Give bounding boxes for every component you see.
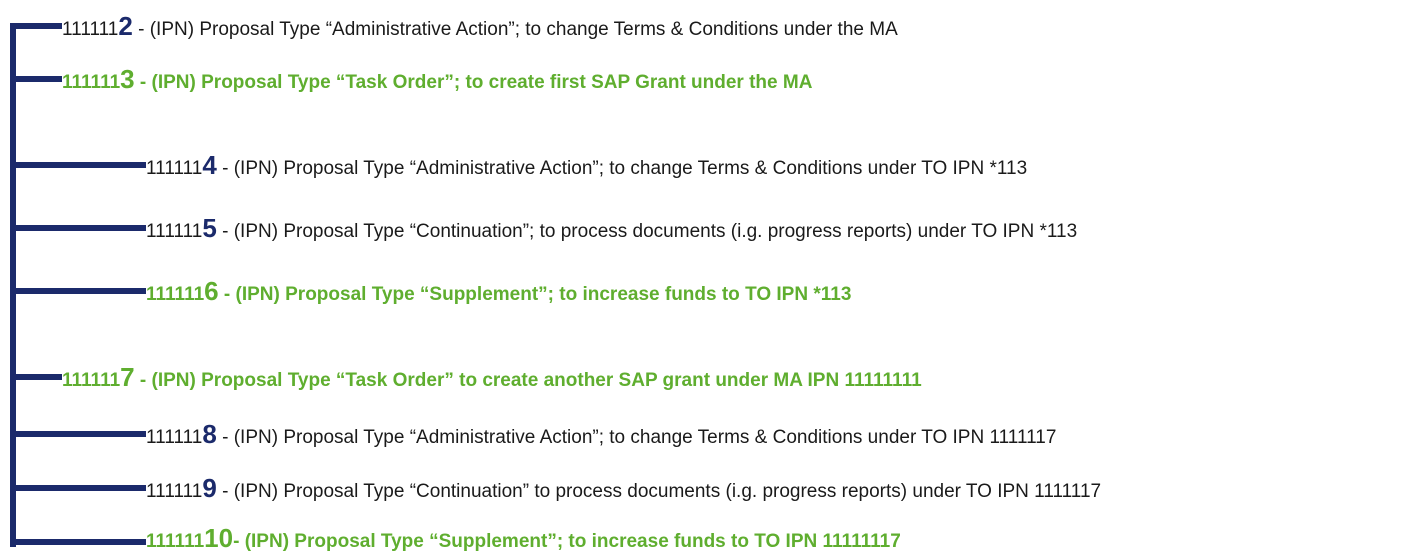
ipn-row-highlighted: 1111113 - (IPN) Proposal Type “Task Orde… [62, 64, 813, 94]
ipn-description: - (IPN) Proposal Type “Administrative Ac… [216, 158, 1028, 179]
ipn-description: - (IPN) Proposal Type “Continuation” to … [216, 481, 1102, 502]
ipn-row-highlighted: 11111110- (IPN) Proposal Type “Supplemen… [146, 523, 901, 553]
ipn-number: 7 [120, 362, 135, 392]
branch-line [10, 485, 146, 491]
ipn-prefix: 111111 [146, 158, 203, 179]
ipn-description: - (IPN) Proposal Type “Continuation”; to… [216, 221, 1078, 242]
ipn-prefix: 111111 [146, 481, 203, 502]
branch-line [10, 225, 146, 231]
ipn-number: 2 [118, 11, 133, 41]
ipn-row-highlighted: 1111116 - (IPN) Proposal Type “Supplemen… [146, 276, 852, 306]
ipn-row-highlighted: 1111117 - (IPN) Proposal Type “Task Orde… [62, 362, 922, 392]
ipn-number: 8 [202, 419, 217, 449]
branch-line [10, 431, 146, 437]
ipn-number: 9 [202, 473, 217, 503]
branch-line [10, 23, 62, 29]
ipn-number: 5 [202, 213, 217, 243]
ipn-prefix: 111111 [146, 531, 205, 552]
ipn-number: 10 [204, 523, 234, 553]
ipn-description: - (IPN) Proposal Type “Supplement”; to i… [233, 531, 901, 552]
branch-line [10, 539, 146, 545]
ipn-number: 6 [204, 276, 219, 306]
ipn-prefix: 111111 [146, 284, 205, 305]
ipn-description: - (IPN) Proposal Type “Supplement”; to i… [218, 284, 852, 305]
ipn-prefix: 111111 [62, 370, 121, 391]
ipn-number: 4 [202, 150, 217, 180]
branch-line [10, 374, 62, 380]
ipn-row: 1111118 - (IPN) Proposal Type “Administr… [146, 419, 1057, 449]
ipn-description: - (IPN) Proposal Type “Task Order”; to c… [134, 72, 813, 93]
branch-line [10, 76, 62, 82]
ipn-number: 3 [120, 64, 135, 94]
ipn-prefix: 111111 [146, 221, 203, 242]
ipn-row: 1111114 - (IPN) Proposal Type “Administr… [146, 150, 1028, 180]
ipn-row: 1111119 - (IPN) Proposal Type “Continuat… [146, 473, 1102, 503]
ipn-description: - (IPN) Proposal Type “Task Order” to cr… [134, 370, 922, 391]
ipn-description: - (IPN) Proposal Type “Administrative Ac… [132, 19, 898, 40]
ipn-row: 1111112 - (IPN) Proposal Type “Administr… [62, 11, 898, 41]
ipn-description: - (IPN) Proposal Type “Administrative Ac… [216, 427, 1057, 448]
branch-line [10, 162, 146, 168]
ipn-prefix: 111111 [62, 19, 119, 40]
tree-trunk-line [10, 26, 16, 547]
ipn-prefix: 111111 [146, 427, 203, 448]
ipn-row: 1111115 - (IPN) Proposal Type “Continuat… [146, 213, 1078, 243]
ipn-prefix: 111111 [62, 72, 121, 93]
branch-line [10, 288, 146, 294]
